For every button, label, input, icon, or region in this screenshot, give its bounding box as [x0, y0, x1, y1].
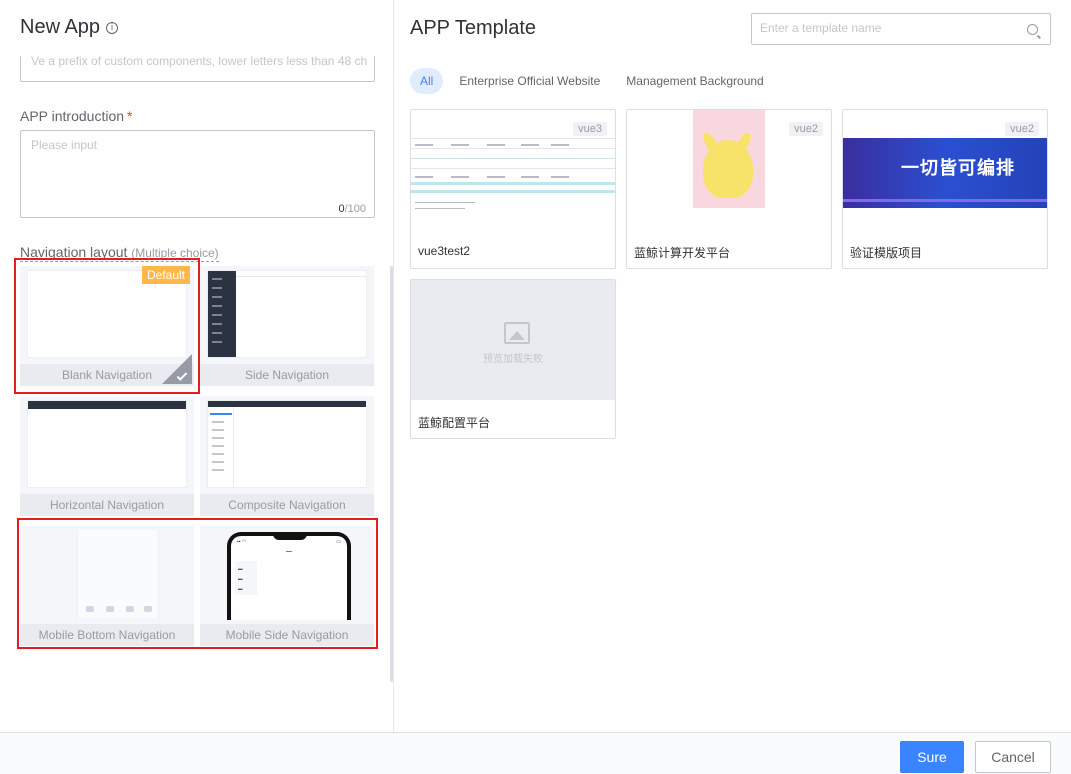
version-tag: vue2	[1005, 122, 1039, 136]
prefix-input[interactable]: Ve a prefix of custom components, lower …	[20, 56, 375, 82]
nav-option-horizontal[interactable]: Horizontal Navigation	[20, 396, 194, 516]
template-search-input[interactable]	[760, 21, 1010, 35]
char-counter: 0/100	[338, 203, 366, 215]
template-title: APP Template	[410, 17, 537, 39]
template-card-config-platform[interactable]: 预览加载失败 蓝鲸配置平台	[410, 279, 616, 439]
mascot-image	[703, 140, 753, 198]
intro-placeholder: Please input	[31, 138, 98, 152]
intro-label-text: APP introduction	[20, 108, 125, 124]
template-name: 蓝鲸配置平台	[418, 416, 491, 430]
banner-text: 一切皆可编排	[901, 158, 1015, 178]
template-card-verify-template[interactable]: 一切皆可编排 vue2 验证模版项目	[842, 109, 1048, 269]
sure-button[interactable]: Sure	[900, 741, 964, 773]
image-placeholder-icon	[504, 322, 530, 344]
form-title-row: New App i	[20, 16, 119, 39]
nav-option-label: Composite Navigation	[200, 494, 374, 516]
form-title: New App	[20, 16, 101, 38]
intro-textarea[interactable]: Please input 0/100	[20, 130, 375, 218]
prefix-hint: Ve a prefix of custom components, lower …	[31, 56, 368, 68]
horizontal-nav-thumbnail	[27, 400, 187, 488]
tab-all[interactable]: All	[410, 68, 444, 94]
nav-option-side[interactable]: Side Navigation	[200, 266, 374, 386]
nav-option-label: Side Navigation	[200, 364, 374, 386]
search-icon[interactable]	[1027, 24, 1038, 35]
tab-management-background[interactable]: Management Background	[616, 68, 773, 94]
template-search[interactable]	[751, 13, 1051, 45]
template-name: 蓝鲸计算开发平台	[634, 246, 731, 260]
composite-nav-thumbnail	[207, 400, 367, 488]
selection-highlight-blank	[14, 258, 200, 394]
version-tag: vue3	[573, 122, 607, 136]
template-card-compute-platform[interactable]: vue2 蓝鲸计算开发平台	[626, 109, 832, 269]
template-name: vue3test2	[418, 244, 471, 258]
mini-sidebar	[208, 271, 236, 357]
char-count-max: /100	[344, 203, 366, 215]
nav-option-composite[interactable]: Composite Navigation	[200, 396, 374, 516]
required-mark: *	[127, 108, 133, 124]
selection-highlight-mobile	[17, 518, 378, 649]
left-scrollbar[interactable]	[390, 266, 393, 682]
template-card-vue3test2[interactable]: vue3 vue3test2	[410, 109, 616, 269]
template-preview-fallback: 预览加载失败	[411, 280, 615, 400]
cancel-button[interactable]: Cancel	[975, 741, 1051, 773]
nav-option-label: Horizontal Navigation	[20, 494, 194, 516]
dialog-footer: Sure Cancel	[0, 732, 1071, 774]
new-app-dialog: New App i Ve a prefix of custom componen…	[0, 0, 1071, 774]
mini-header	[236, 271, 366, 277]
tab-enterprise-website[interactable]: Enterprise Official Website	[449, 68, 610, 94]
version-tag: vue2	[789, 122, 823, 136]
preview-fallback-text: 预览加载失败	[483, 354, 543, 365]
banner-image: 一切皆可编排	[843, 138, 1047, 208]
side-nav-thumbnail	[207, 270, 367, 358]
info-icon[interactable]: i	[106, 21, 119, 34]
mini-topbar	[28, 401, 186, 409]
template-tabs: All Enterprise Official Website Manageme…	[410, 68, 774, 94]
mini-left-menu	[208, 407, 234, 487]
app-form-panel: New App i Ve a prefix of custom componen…	[0, 0, 394, 732]
template-name: 验证模版项目	[850, 246, 923, 260]
intro-label: APP introduction *	[20, 108, 132, 124]
